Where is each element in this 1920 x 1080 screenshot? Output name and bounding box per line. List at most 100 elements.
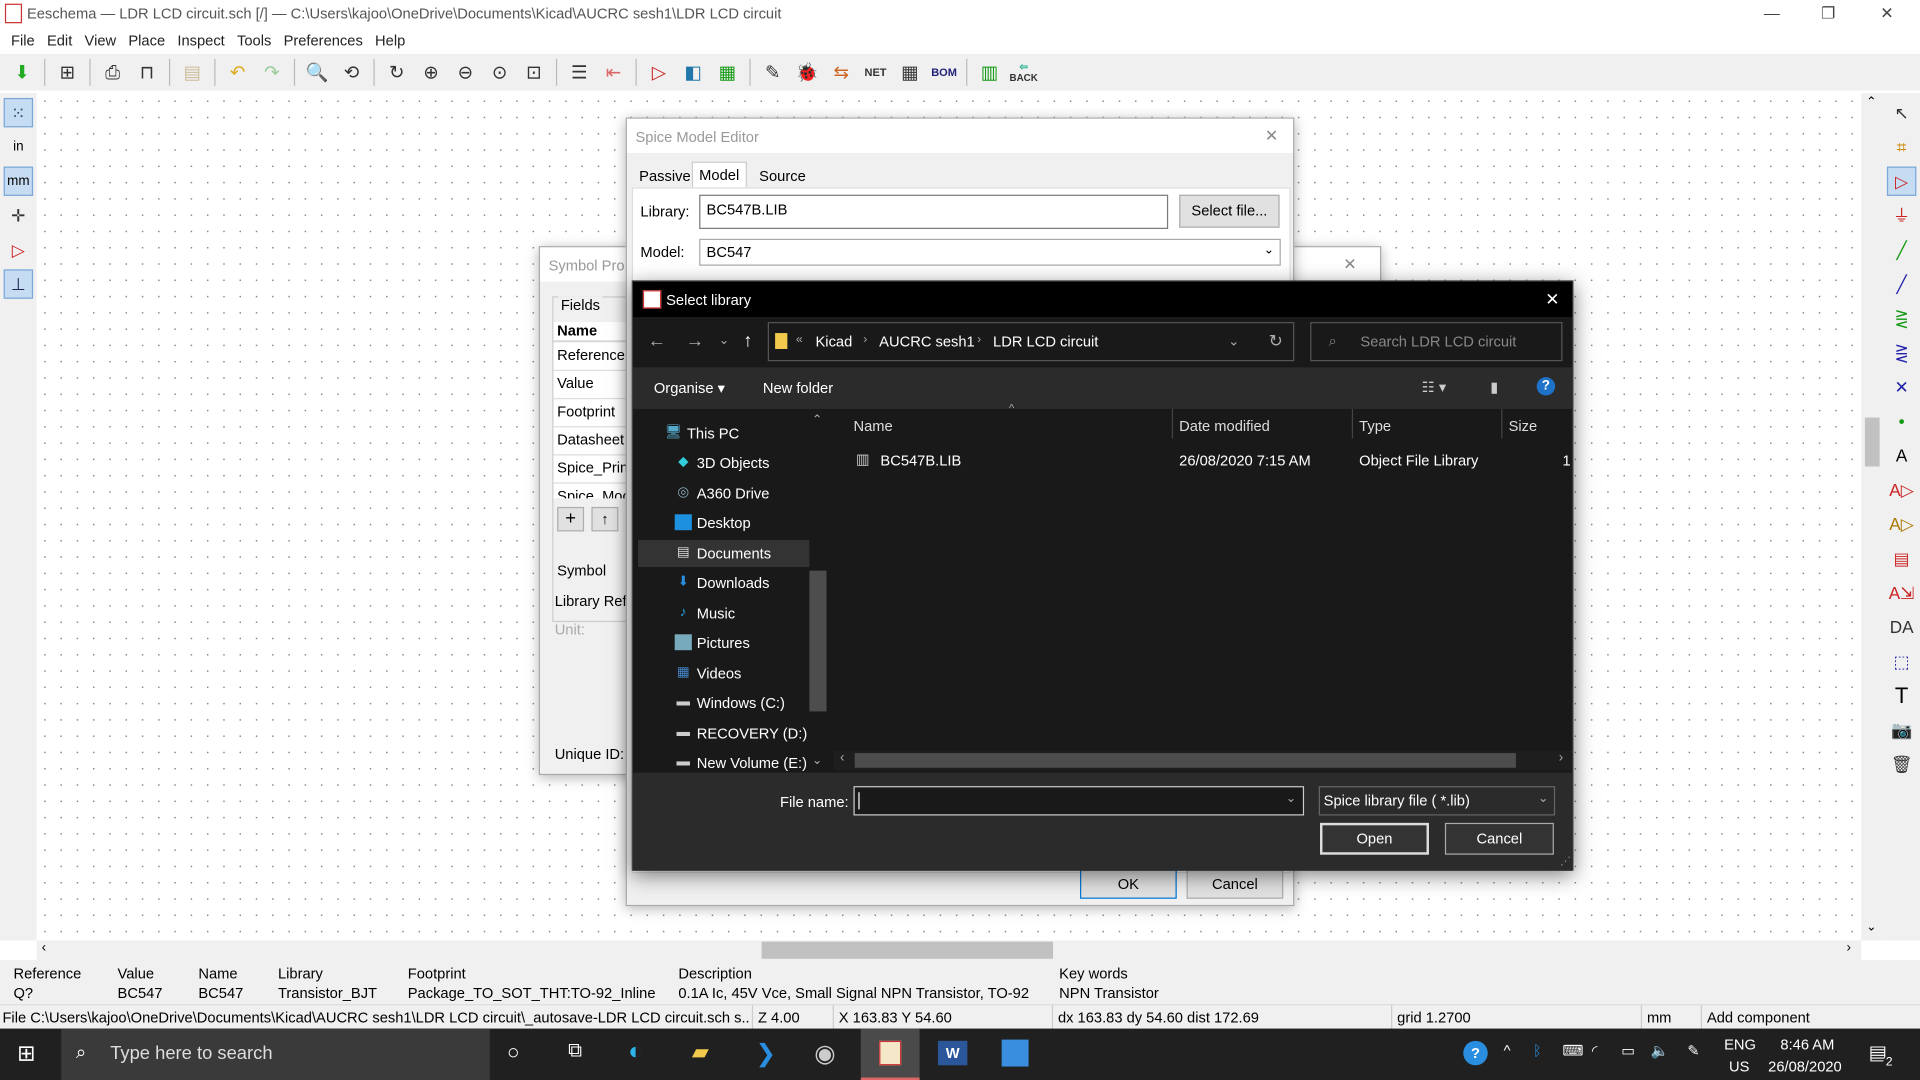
tab-model[interactable]: Model [691, 161, 747, 188]
menu-edit[interactable]: Edit [41, 27, 79, 54]
bom-table-icon[interactable]: ▦ [895, 58, 924, 87]
restore-button[interactable]: ❐ [1800, 0, 1856, 27]
nav-scrollbar[interactable]: ⌃ ⌄ [808, 411, 828, 772]
move-up-button[interactable]: ↑ [591, 506, 619, 532]
image-icon[interactable]: 📷 [1887, 715, 1916, 744]
find-replace-icon[interactable]: ⟲ [337, 58, 366, 87]
zoom-fit-icon[interactable]: ⊙ [485, 58, 514, 87]
help-icon[interactable]: ? [1536, 377, 1556, 396]
horizontal-scrollbar[interactable]: ‹ › [36, 940, 1862, 961]
menu-tools[interactable]: Tools [231, 27, 278, 54]
edge-icon[interactable]: ◐ [628, 1038, 643, 1066]
nav-videos[interactable]: ▦ Videos [638, 660, 809, 687]
battery-icon[interactable]: ▭ [1621, 1042, 1635, 1059]
add-wire-icon[interactable]: ╱ [1887, 235, 1916, 264]
cortana-icon[interactable]: ○ [507, 1041, 520, 1065]
nav-pictures[interactable]: Pictures [638, 629, 809, 656]
address-dropdown-icon[interactable]: ⌄ [1228, 333, 1239, 349]
refresh-icon[interactable]: ↻ [1269, 331, 1283, 352]
steam-icon[interactable]: ◉ [814, 1038, 835, 1069]
menu-inspect[interactable]: Inspect [171, 27, 231, 54]
column-type[interactable]: Type [1359, 418, 1391, 435]
symbol-properties-close-icon[interactable]: ✕ [1343, 255, 1356, 275]
delete-icon[interactable]: 🗑 [1887, 749, 1916, 778]
breadcrumb-aucrc[interactable]: AUCRC sesh1 [879, 333, 975, 350]
word-icon[interactable]: W [937, 1040, 968, 1066]
wire-angle-icon[interactable]: ⊥ [3, 269, 34, 299]
bus-bus-entry-icon[interactable]: ⋛ [1887, 338, 1916, 367]
nav-recovery-d[interactable]: ▬ RECOVERY (D:) [638, 720, 809, 747]
spice-editor-close-icon[interactable]: ✕ [1265, 126, 1278, 146]
select-file-button[interactable]: Select file... [1179, 194, 1280, 228]
model-select[interactable]: BC547 [699, 238, 1281, 266]
forward-icon[interactable]: → [686, 331, 704, 352]
vertical-scrollbar[interactable]: ⌃ ⌄ [1861, 93, 1884, 941]
preview-pane-icon[interactable]: ▮ [1490, 378, 1498, 395]
back-annotate-icon[interactable]: ⇦ BACK [1009, 58, 1038, 87]
photos-icon[interactable] [1001, 1039, 1029, 1067]
clock-date[interactable]: 26/08/2020 [1768, 1058, 1842, 1075]
wifi-icon[interactable]: ◜ [1592, 1042, 1598, 1059]
footprint-editor-icon[interactable]: ▦ [713, 58, 742, 87]
language-indicator[interactable]: ENG [1724, 1036, 1756, 1053]
library-input[interactable]: BC547B.LIB [699, 194, 1169, 229]
library-browser-icon[interactable]: ◧ [678, 58, 707, 87]
close-button[interactable]: ✕ [1859, 0, 1915, 27]
file-row[interactable]: ▥ BC547B.LIB 26/08/2020 7:15 AM Object F… [849, 447, 1573, 474]
file-explorer-icon[interactable]: ▰ [692, 1040, 709, 1066]
vscode-icon[interactable]: ❯ [756, 1038, 777, 1069]
volume-icon[interactable]: 🔈 [1651, 1042, 1669, 1059]
add-power-icon[interactable]: ⏚ [1887, 201, 1916, 230]
nav-windows-c[interactable]: ▬ Windows (C:) [638, 689, 809, 716]
bluetooth-icon[interactable]: ᛒ [1533, 1042, 1542, 1059]
nav-a360-drive[interactable]: ◎ A360 Drive [638, 480, 809, 507]
inches-units-button[interactable]: in [4, 132, 33, 161]
zoom-out-icon[interactable]: ⊖ [451, 58, 480, 87]
hierarchy-icon[interactable]: ☰ [564, 58, 593, 87]
resize-grip-icon[interactable]: ⋰ [1560, 855, 1571, 868]
nav-documents[interactable]: ▤ Documents [637, 540, 810, 567]
global-label-icon[interactable]: A▷ [1887, 475, 1916, 504]
plot-icon[interactable]: ⊓ [132, 58, 161, 87]
highlight-net-icon[interactable]: ⌗ [1887, 132, 1916, 161]
show-hidden-icons[interactable]: ^ [1504, 1042, 1511, 1059]
text-icon[interactable]: T [1887, 681, 1916, 710]
nav-3d-objects[interactable]: ◆ 3D Objects [638, 449, 809, 476]
region-indicator[interactable]: US [1729, 1058, 1749, 1075]
add-field-button[interactable]: + [557, 506, 585, 532]
taskbar-search[interactable]: ⌕ Type here to search [61, 1028, 490, 1080]
ok-button[interactable]: OK [1080, 869, 1177, 899]
hierarchical-label-icon[interactable]: A▷ [1887, 509, 1916, 538]
add-symbol-icon[interactable]: ▷ [1886, 166, 1917, 196]
add-bus-icon[interactable]: ╱ [1887, 269, 1916, 298]
nav-desktop[interactable]: Desktop [638, 509, 809, 536]
cursor-shape-icon[interactable]: ✛ [4, 201, 33, 230]
up-folder-icon[interactable]: ↑ [743, 331, 752, 352]
zoom-in-icon[interactable]: ⊕ [416, 58, 445, 87]
tab-passive[interactable]: Passive [634, 165, 695, 187]
graphic-lines-icon[interactable]: ⬚ [1887, 647, 1916, 676]
view-options-icon[interactable]: ☷ ▾ [1422, 378, 1447, 395]
new-folder-button[interactable]: New folder [763, 380, 833, 397]
task-view-icon[interactable]: ⧉ [568, 1041, 582, 1063]
no-connect-icon[interactable]: ✕ [1887, 372, 1916, 401]
paste-icon[interactable]: ▤ [178, 58, 207, 87]
mm-units-button[interactable]: mm [3, 166, 34, 196]
save-icon[interactable]: ⬇ [7, 58, 36, 87]
menu-help[interactable]: Help [369, 27, 411, 54]
menu-preferences[interactable]: Preferences [277, 27, 368, 54]
address-bar[interactable]: « Kicad › AUCRC sesh1 › LDR LCD circuit … [767, 322, 1295, 362]
clock-time[interactable]: 8:46 AM [1780, 1036, 1834, 1053]
menu-file[interactable]: File [5, 27, 41, 54]
cancel-button[interactable]: Cancel [1186, 869, 1284, 899]
nav-this-pc[interactable]: 🖥 This PC [638, 420, 809, 447]
search-input[interactable]: ⌕ Search LDR LCD circuit [1310, 322, 1563, 362]
column-size[interactable]: Size [1509, 418, 1538, 435]
nav-downloads[interactable]: ⬇ Downloads [638, 569, 809, 596]
hidden-pins-icon[interactable]: ▷ [4, 235, 33, 264]
file-name-input[interactable]: ⌄ [853, 786, 1305, 816]
file-type-select[interactable]: Spice library file ( *.lib) ⌄ [1318, 786, 1556, 816]
minimize-button[interactable]: — [1744, 0, 1800, 27]
breadcrumb-ldr[interactable]: LDR LCD circuit [993, 333, 1098, 350]
windows-start-icon[interactable]: ⊞ [17, 1041, 35, 1067]
